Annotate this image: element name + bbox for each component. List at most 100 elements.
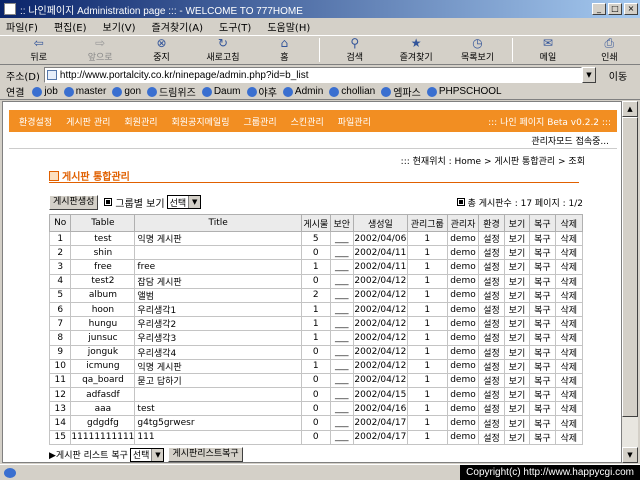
- row-restore-link[interactable]: 복구: [529, 301, 556, 318]
- row-settings-link[interactable]: 설정: [478, 245, 505, 261]
- link-chollian[interactable]: chollian: [329, 86, 375, 97]
- row-title[interactable]: 익명 게시판: [134, 358, 302, 374]
- row-delete-link[interactable]: 삭제: [554, 259, 584, 275]
- row-delete-link[interactable]: 삭제: [554, 415, 584, 431]
- row-view-link[interactable]: 보기: [503, 372, 531, 389]
- nav-board-admin[interactable]: 게시판 관리: [66, 115, 110, 128]
- row-view-link[interactable]: 보기: [503, 387, 531, 403]
- menu-favorites[interactable]: 즐겨찾기(A): [152, 19, 203, 34]
- row-settings-link[interactable]: 설정: [478, 330, 505, 346]
- row-delete-link[interactable]: 삭제: [554, 316, 584, 332]
- row-delete-link[interactable]: 삭제: [554, 273, 584, 289]
- row-restore-link[interactable]: 복구: [529, 245, 556, 261]
- row-delete-link[interactable]: 삭제: [554, 372, 584, 389]
- row-title[interactable]: [134, 245, 302, 261]
- row-delete-link[interactable]: 삭제: [554, 344, 584, 360]
- row-table-name[interactable]: test2: [70, 273, 136, 289]
- row-title[interactable]: g4tg5grwesr: [134, 415, 302, 431]
- row-table-name[interactable]: shin: [70, 245, 136, 261]
- row-title[interactable]: test: [134, 401, 302, 417]
- window-titlebar[interactable]: :: 나인페이지 Administration page ::: - WELCO…: [0, 0, 640, 18]
- row-restore-link[interactable]: 복구: [529, 429, 556, 445]
- scroll-thumb[interactable]: [622, 117, 638, 417]
- print-button[interactable]: ⎙ 인쇄: [579, 37, 640, 64]
- nav-skins[interactable]: 스킨관리: [291, 115, 324, 128]
- row-title[interactable]: 묻고 답하기: [134, 372, 302, 389]
- link-phpschool[interactable]: PHPSCHOOL: [426, 86, 502, 97]
- row-restore-link[interactable]: 복구: [529, 273, 556, 289]
- row-restore-link[interactable]: 복구: [529, 415, 556, 431]
- row-delete-link[interactable]: 삭제: [554, 301, 584, 318]
- refresh-button[interactable]: ↻ 새로고침: [192, 37, 253, 64]
- scroll-up-button[interactable]: ▲: [622, 101, 638, 117]
- row-restore-link[interactable]: 복구: [529, 401, 556, 417]
- row-table-name[interactable]: icmung: [70, 358, 136, 374]
- row-table-name[interactable]: junsuc: [70, 330, 136, 346]
- row-view-link[interactable]: 보기: [503, 429, 531, 445]
- row-view-link[interactable]: 보기: [503, 230, 531, 247]
- row-delete-link[interactable]: 삭제: [554, 387, 584, 403]
- row-view-link[interactable]: 보기: [503, 401, 531, 417]
- row-restore-link[interactable]: 복구: [529, 358, 556, 374]
- row-table-name[interactable]: adfasdf: [70, 387, 136, 403]
- address-input[interactable]: http://www.portalcity.co.kr/ninepage/adm…: [43, 67, 582, 83]
- row-settings-link[interactable]: 설정: [478, 287, 505, 303]
- row-view-link[interactable]: 보기: [503, 316, 531, 332]
- row-restore-link[interactable]: 복구: [529, 344, 556, 360]
- row-settings-link[interactable]: 설정: [478, 316, 505, 332]
- row-title[interactable]: 우리생각3: [134, 330, 302, 346]
- scroll-down-button[interactable]: ▼: [622, 447, 638, 463]
- row-table-name[interactable]: free: [70, 259, 136, 275]
- row-restore-link[interactable]: 복구: [529, 330, 556, 346]
- row-table-name[interactable]: jonguk: [70, 344, 136, 360]
- home-button[interactable]: ⌂ 홈: [254, 37, 315, 64]
- close-button[interactable]: ×: [624, 3, 638, 15]
- row-title[interactable]: 잡담 게시판: [134, 273, 302, 289]
- row-title[interactable]: 앨범: [134, 287, 302, 303]
- go-button[interactable]: 이동: [596, 68, 640, 83]
- nav-member-mailing[interactable]: 회원공지메일링: [172, 115, 230, 128]
- row-delete-link[interactable]: 삭제: [554, 245, 584, 261]
- link-empas[interactable]: 엠파스: [381, 84, 421, 99]
- nav-settings[interactable]: 환경설정: [19, 115, 52, 128]
- link-gon[interactable]: gon: [112, 86, 141, 97]
- row-restore-link[interactable]: 복구: [529, 259, 556, 275]
- link-dreamwiz[interactable]: 드림위즈: [147, 84, 196, 99]
- row-table-name[interactable]: hoon: [70, 301, 136, 318]
- row-delete-link[interactable]: 삭제: [554, 358, 584, 374]
- row-table-name[interactable]: test: [70, 230, 136, 247]
- row-title[interactable]: 익명 게시판: [134, 230, 302, 247]
- history-button[interactable]: ◷ 목록보기: [447, 37, 508, 64]
- back-button[interactable]: ⇦ 뒤로: [8, 37, 69, 64]
- row-delete-link[interactable]: 삭제: [554, 287, 584, 303]
- row-settings-link[interactable]: 설정: [478, 401, 505, 417]
- link-admin[interactable]: Admin: [282, 86, 323, 97]
- menu-tools[interactable]: 도구(T): [219, 19, 251, 34]
- row-settings-link[interactable]: 설정: [478, 259, 505, 275]
- row-table-name[interactable]: gdgdfg: [70, 415, 136, 431]
- mail-button[interactable]: ✉ 메일: [517, 37, 578, 64]
- row-restore-link[interactable]: 복구: [529, 316, 556, 332]
- row-title[interactable]: 우리생각4: [134, 344, 302, 360]
- menu-help[interactable]: 도움말(H): [267, 19, 310, 34]
- row-view-link[interactable]: 보기: [503, 358, 531, 374]
- nav-files[interactable]: 파일관리: [338, 115, 371, 128]
- row-title[interactable]: [134, 387, 302, 403]
- row-restore-link[interactable]: 복구: [529, 230, 556, 247]
- row-settings-link[interactable]: 설정: [478, 372, 505, 389]
- row-restore-link[interactable]: 복구: [529, 387, 556, 403]
- link-job[interactable]: job: [32, 86, 58, 97]
- row-title[interactable]: 111: [134, 429, 302, 445]
- row-title[interactable]: 우리생각2: [134, 316, 302, 332]
- row-settings-link[interactable]: 설정: [478, 301, 505, 318]
- menu-edit[interactable]: 편집(E): [54, 19, 87, 34]
- row-table-name[interactable]: hungu: [70, 316, 136, 332]
- forward-button[interactable]: ⇨ 앞으로: [69, 37, 130, 64]
- stop-button[interactable]: ⊗ 중지: [131, 37, 192, 64]
- restore-list-button[interactable]: 게시판리스트복구: [168, 447, 243, 462]
- row-settings-link[interactable]: 설정: [478, 358, 505, 374]
- row-view-link[interactable]: 보기: [503, 259, 531, 275]
- address-dropdown[interactable]: ▼: [582, 67, 596, 83]
- row-table-name[interactable]: aaa: [70, 401, 136, 417]
- row-settings-link[interactable]: 설정: [478, 344, 505, 360]
